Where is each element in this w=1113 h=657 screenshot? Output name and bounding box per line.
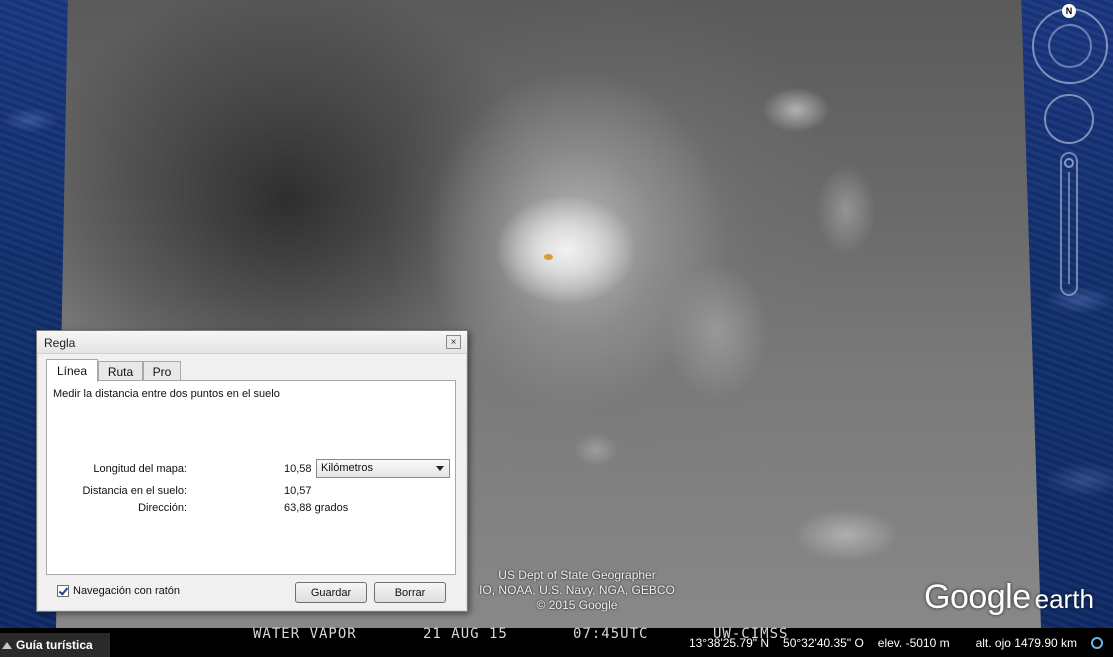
tour-guide-label: Guía turística (16, 638, 93, 652)
tab-path[interactable]: Ruta (98, 361, 143, 381)
ground-distance-value: 10,57 (284, 485, 312, 497)
heading-label: Dirección: (138, 502, 187, 514)
map-length-label: Longitud del mapa: (93, 463, 187, 475)
move-joystick[interactable] (1044, 94, 1094, 144)
ruler-dialog: Regla × Línea Ruta Pro Medir la distanci… (36, 330, 468, 612)
unit-select-value: Kilómetros (321, 462, 373, 474)
compass-center[interactable] (1048, 24, 1092, 68)
tour-guide-button[interactable]: Guía turística (0, 633, 110, 657)
ruler-description: Medir la distancia entre dos puntos en e… (53, 388, 280, 400)
save-button[interactable]: Guardar (295, 582, 367, 603)
map-length-value: 10,58 (284, 463, 312, 475)
latitude-readout: 13°38'25.79" N (688, 636, 770, 650)
mouse-navigation-label: Navegación con ratón (73, 585, 181, 597)
mouse-navigation-toggle[interactable]: Navegación con ratón (57, 585, 180, 597)
tab-pro[interactable]: Pro (143, 361, 181, 381)
tab-line[interactable]: Línea (46, 359, 98, 382)
zoom-track[interactable] (1068, 172, 1070, 284)
dialog-titlebar[interactable]: Regla × (37, 331, 467, 354)
logo-google: Google (924, 578, 1031, 616)
satellite-product: WATER VAPOR (253, 626, 357, 642)
dialog-title: Regla (44, 336, 76, 350)
heading-value: 63,88 grados (284, 502, 349, 514)
eye-altitude-readout: alt. ojo 1479.90 km (975, 636, 1077, 650)
longitude-readout: 50°32'40.35" O (783, 636, 864, 650)
zoom-in-icon[interactable] (1064, 158, 1074, 168)
map-attribution: US Dept of State Geographer IO, NOAA, U.… (462, 568, 692, 613)
google-earth-logo: Google earth (924, 578, 1094, 617)
satellite-date: 21 AUG 15 (423, 626, 508, 642)
logo-earth: earth (1034, 584, 1094, 614)
zoom-slider[interactable] (1060, 152, 1078, 296)
status-bar: 13°38'25.79" N 50°32'40.35" O elev. -501… (689, 636, 1103, 650)
unit-select[interactable]: Kilómetros (316, 459, 450, 478)
elevation-readout: elev. -5010 m (877, 636, 950, 650)
attribution-line: © 2015 Google (536, 598, 618, 612)
line-tab-panel: Medir la distancia entre dos puntos en e… (46, 380, 456, 575)
attribution-line: US Dept of State Geographer (498, 568, 656, 582)
north-indicator[interactable]: N (1062, 4, 1076, 18)
ground-distance-label: Distancia en el suelo: (82, 485, 187, 497)
chevron-down-icon (436, 466, 444, 471)
compass-ring[interactable] (1032, 8, 1108, 84)
mouse-navigation-checkbox[interactable] (57, 585, 69, 597)
attribution-line: IO, NOAA, U.S. Navy, NGA, GEBCO (479, 583, 675, 597)
triangle-up-icon (2, 641, 12, 649)
hurricane-eye-marker (544, 254, 553, 260)
streaming-status-icon (1091, 637, 1103, 649)
clear-button[interactable]: Borrar (374, 582, 446, 603)
close-icon[interactable]: × (446, 335, 461, 349)
